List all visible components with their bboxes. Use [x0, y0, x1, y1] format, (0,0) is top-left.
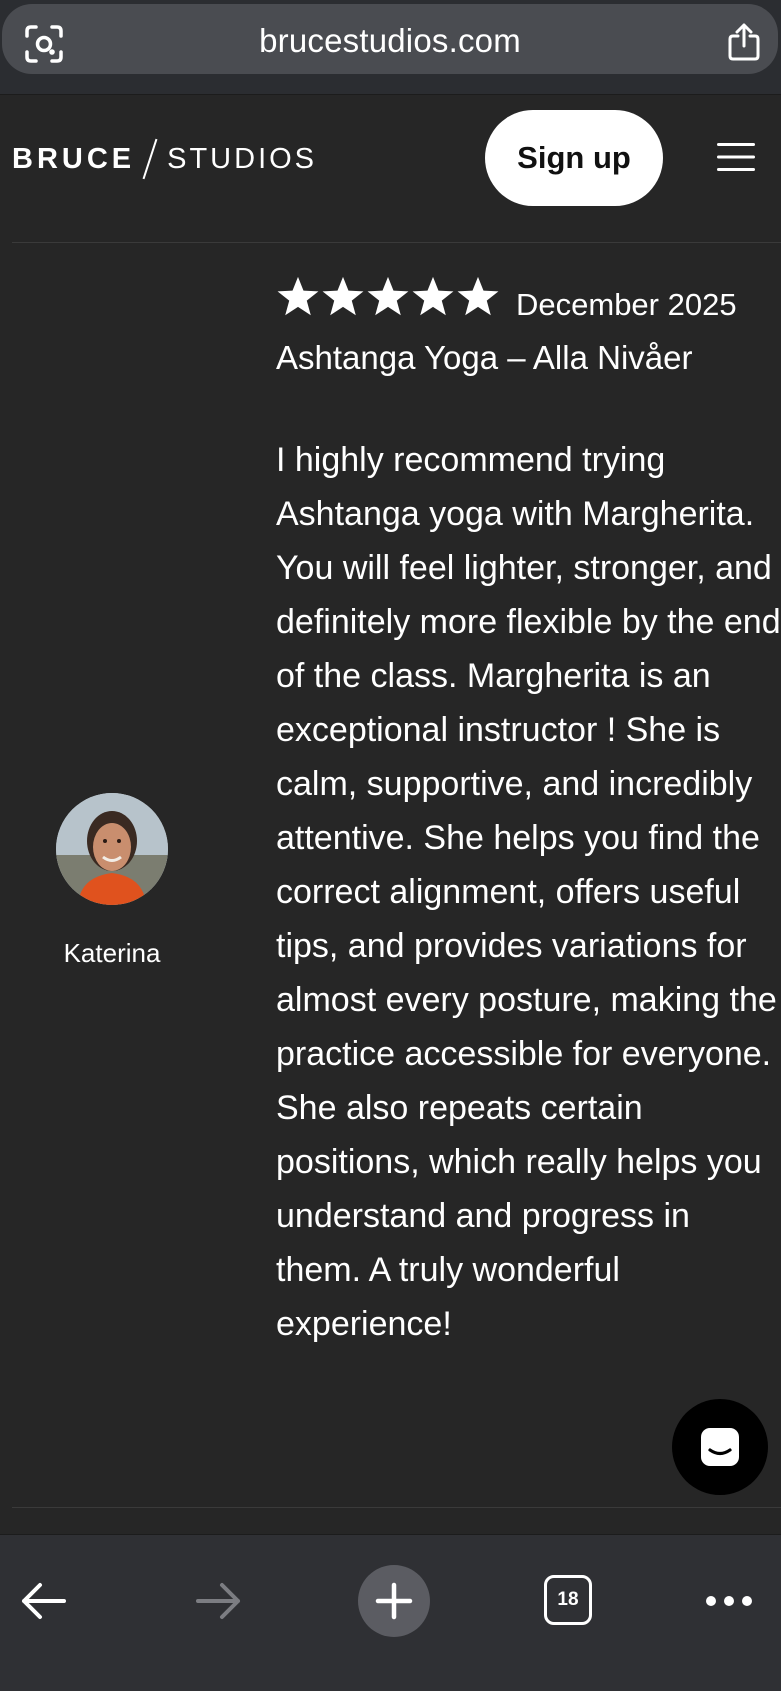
site-header: BRUCE STUDIOS Sign up: [0, 94, 781, 244]
brand-secondary: STUDIOS: [167, 142, 318, 175]
review-text: I highly recommend trying Ashtanga yoga …: [276, 441, 781, 1343]
review-date: December 2025: [516, 287, 737, 322]
star-icon: [457, 276, 499, 316]
star-icon: [412, 276, 454, 316]
review-card: December 2025 Ashtanga Yoga – Alla Nivåe…: [0, 243, 781, 1508]
plus-icon: [375, 1582, 413, 1620]
chat-bubble-icon: [701, 1428, 739, 1466]
brand-slash: [142, 138, 158, 180]
brand-logo[interactable]: BRUCE STUDIOS: [12, 138, 317, 180]
arrow-right-icon[interactable]: [194, 1581, 244, 1621]
hamburger-menu-icon[interactable]: [717, 142, 755, 172]
url-text: brucestudios.com: [259, 22, 521, 59]
browser-top-bar: brucestudios.com: [0, 0, 781, 95]
brand-primary: BRUCE: [12, 142, 136, 175]
tab-count-button[interactable]: 18: [544, 1575, 592, 1625]
chat-launcher-button[interactable]: [672, 1399, 768, 1495]
share-icon[interactable]: [726, 22, 762, 62]
star-icon: [322, 276, 364, 316]
star-rating: [276, 276, 500, 318]
avatar-photo: [56, 793, 168, 905]
class-title: Ashtanga Yoga – Alla Nivåer: [276, 339, 693, 376]
address-bar[interactable]: brucestudios.com: [2, 4, 778, 74]
more-dots-icon[interactable]: [704, 1591, 754, 1611]
review-author: Katerina: [63, 938, 161, 968]
browser-bottom-toolbar: 18: [0, 1534, 781, 1691]
review-divider: [12, 1507, 781, 1508]
avatar: [56, 793, 168, 905]
new-tab-button[interactable]: [358, 1565, 430, 1637]
star-icon: [277, 276, 319, 316]
signup-button[interactable]: Sign up: [485, 110, 663, 206]
star-icon: [367, 276, 409, 316]
arrow-left-icon[interactable]: [18, 1581, 68, 1621]
